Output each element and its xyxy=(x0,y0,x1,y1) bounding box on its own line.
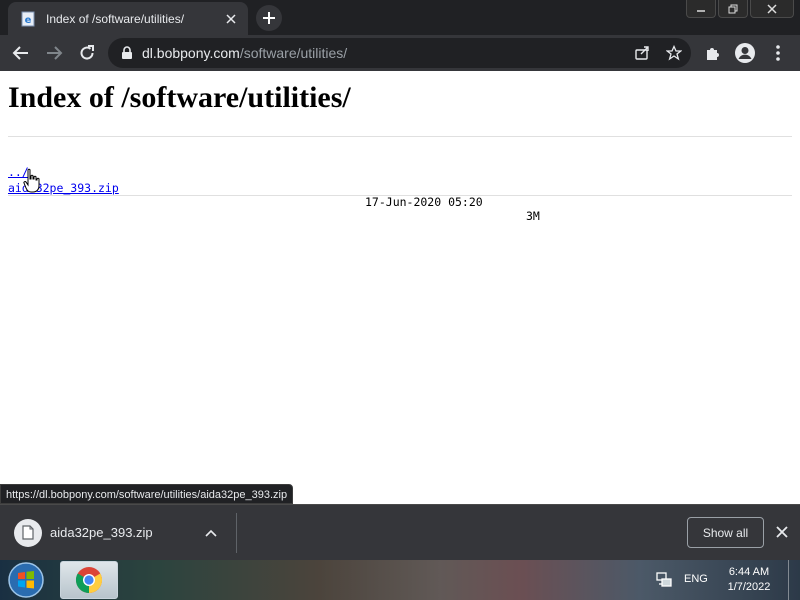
forward-arrow-icon xyxy=(47,46,63,60)
back-button[interactable] xyxy=(8,40,34,66)
forward-button[interactable] xyxy=(41,40,67,66)
language-indicator[interactable]: ENG xyxy=(684,573,708,585)
download-options-button[interactable] xyxy=(196,518,226,548)
bookmark-star-icon[interactable] xyxy=(666,45,682,61)
page-title: Index of /software/utilities/ xyxy=(8,81,351,114)
taskbar-chrome-button[interactable] xyxy=(60,561,118,599)
close-window-button[interactable] xyxy=(750,0,794,18)
show-all-button[interactable]: Show all xyxy=(687,517,764,548)
profile-button[interactable] xyxy=(734,42,756,64)
menu-button[interactable] xyxy=(767,42,789,64)
avatar-icon xyxy=(735,43,755,63)
file-icon xyxy=(14,518,42,547)
address-url: dl.bobpony.com/software/utilities/ xyxy=(142,45,347,61)
tab-title: Index of /software/utilities/ xyxy=(46,11,185,26)
lock-icon[interactable] xyxy=(120,46,134,60)
listing-row-parent: ../ xyxy=(8,151,792,179)
listing-row-file: aida32pe_393.zip 17-Jun-2020 05:20 3M xyxy=(8,167,792,223)
clock-time: 6:44 AM xyxy=(728,566,770,578)
chrome-logo-icon xyxy=(75,567,103,594)
page-content: Index of /software/utilities/ ../ aida32… xyxy=(0,71,800,504)
download-shelf: aida32pe_393.zip Show all xyxy=(0,504,800,560)
windows-taskbar: ENG 6:44 AM 1/7/2022 xyxy=(0,560,800,600)
plus-icon xyxy=(263,12,275,24)
browser-titlebar: e Index of /software/utilities/ xyxy=(0,0,800,35)
download-item[interactable]: aida32pe_393.zip xyxy=(0,505,236,560)
browser-tab[interactable]: e Index of /software/utilities/ xyxy=(8,2,248,35)
tab-close-icon[interactable] xyxy=(222,10,240,28)
file-date: 17-Jun-2020 05:20 xyxy=(365,195,483,209)
window-controls xyxy=(684,0,794,18)
divider-top xyxy=(8,136,792,137)
browser-toolbar: dl.bobpony.com/software/utilities/ xyxy=(0,35,800,71)
directory-listing: ../ aida32pe_393.zip 17-Jun-2020 05:20 3… xyxy=(8,151,792,223)
url-host: dl.bobpony.com xyxy=(142,45,240,61)
windows-logo-icon xyxy=(8,562,44,598)
show-desktop-button[interactable] xyxy=(788,560,800,600)
reload-button[interactable] xyxy=(74,40,100,66)
system-clock[interactable]: 6:44 AM 1/7/2022 xyxy=(716,565,782,595)
svg-text:e: e xyxy=(25,15,32,26)
share-icon[interactable] xyxy=(634,45,650,61)
url-path: /software/utilities/ xyxy=(239,45,348,61)
extensions-button[interactable] xyxy=(702,42,724,64)
start-button[interactable] xyxy=(4,561,48,599)
clock-date: 1/7/2022 xyxy=(727,581,771,593)
kebab-menu-icon xyxy=(776,45,780,61)
ie-page-icon: e xyxy=(21,11,35,26)
chevron-up-icon xyxy=(205,529,217,537)
file-size: 3M xyxy=(526,209,540,223)
download-separator xyxy=(236,513,237,553)
hand-cursor-icon xyxy=(23,168,40,193)
restore-button[interactable] xyxy=(718,0,748,18)
back-arrow-icon xyxy=(12,46,28,60)
divider-bottom xyxy=(8,195,792,196)
new-tab-button[interactable] xyxy=(256,5,282,31)
puzzle-icon xyxy=(707,48,719,60)
reload-icon xyxy=(80,45,94,60)
close-icon xyxy=(776,526,788,538)
close-icon xyxy=(767,3,777,14)
minimize-icon xyxy=(697,9,705,12)
status-url-bubble: https://dl.bobpony.com/software/utilitie… xyxy=(0,484,294,504)
network-icon[interactable] xyxy=(655,571,673,589)
address-bar[interactable]: dl.bobpony.com/software/utilities/ xyxy=(108,38,691,68)
close-shelf-button[interactable] xyxy=(772,522,792,542)
minimize-button[interactable] xyxy=(686,0,716,18)
restore-icon xyxy=(728,4,738,13)
download-filename: aida32pe_393.zip xyxy=(50,525,153,540)
